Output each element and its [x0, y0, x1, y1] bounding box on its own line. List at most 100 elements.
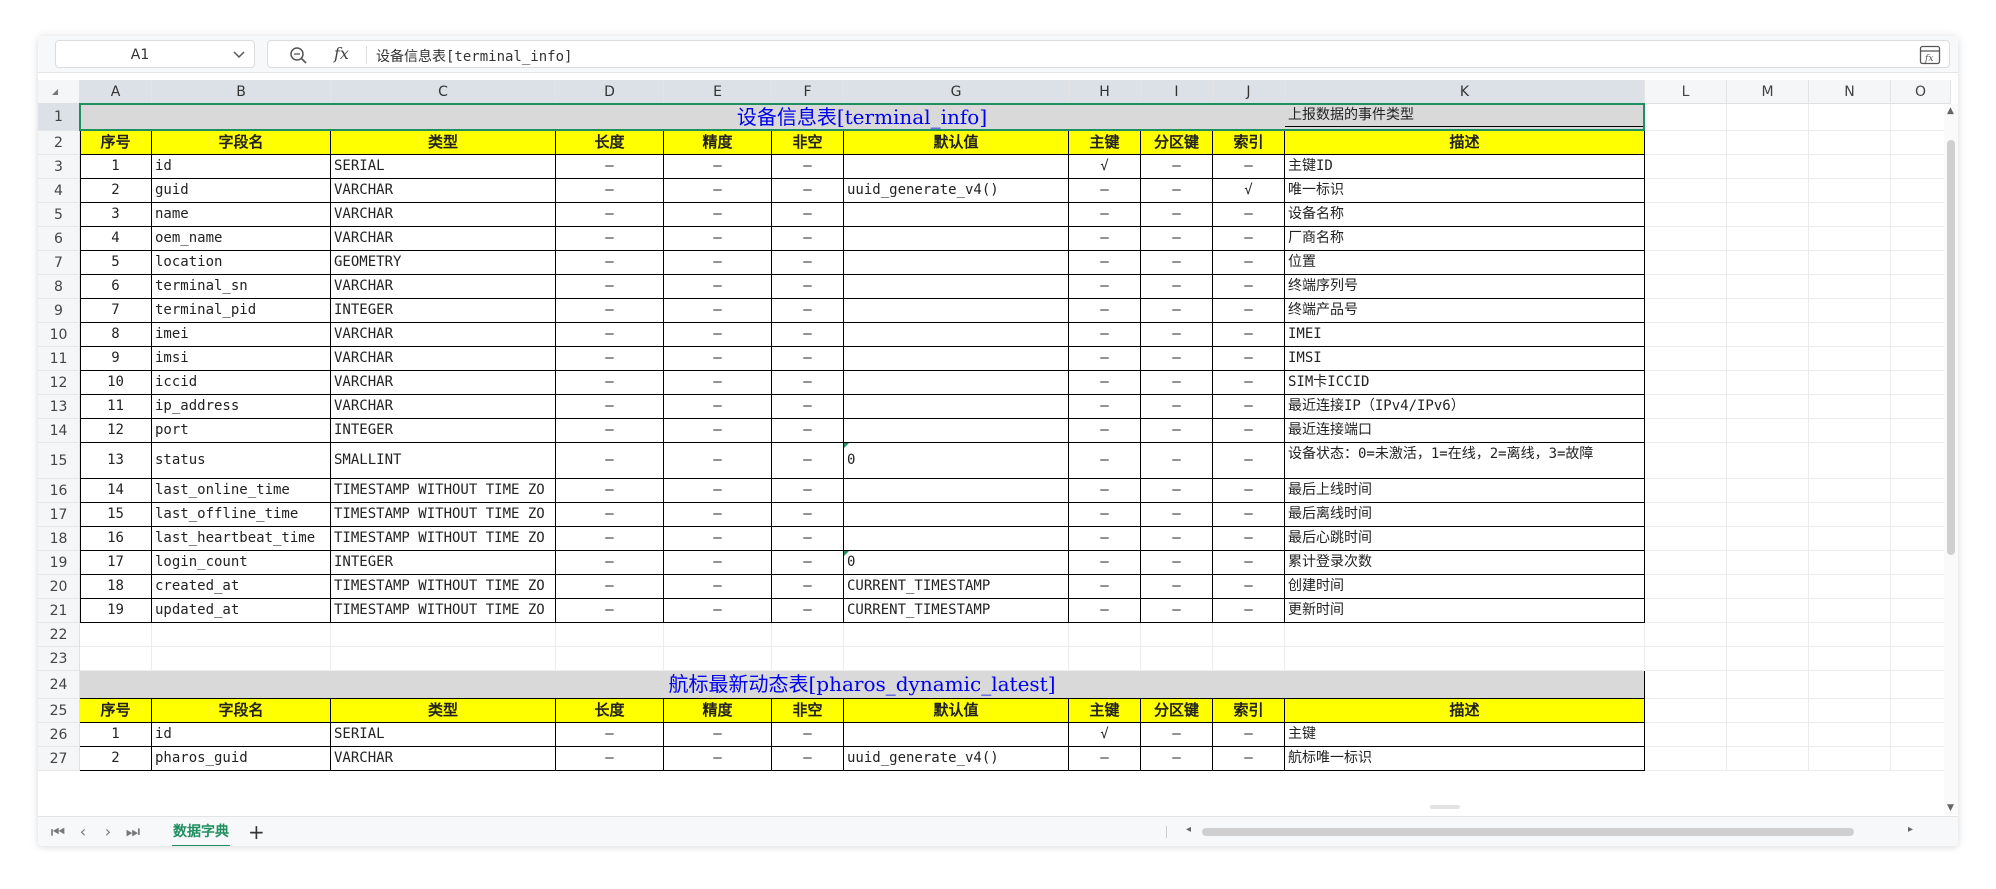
cell-partition[interactable]: – — [1141, 323, 1213, 347]
cell-precision[interactable]: – — [664, 723, 772, 747]
cell-type[interactable]: INTEGER — [331, 551, 556, 575]
row-header-19[interactable]: 19 — [38, 551, 80, 575]
cell-field[interactable]: created_at — [152, 575, 331, 599]
header-cell-type[interactable]: 类型 — [331, 131, 556, 155]
cell-pk[interactable]: – — [1069, 527, 1141, 551]
cell-field[interactable]: location — [152, 251, 331, 275]
cell-length[interactable]: – — [556, 251, 664, 275]
cell-partition[interactable]: – — [1141, 723, 1213, 747]
cell-type[interactable]: INTEGER — [331, 299, 556, 323]
cell-length[interactable]: – — [556, 371, 664, 395]
cell-length[interactable]: – — [556, 551, 664, 575]
column-header-a[interactable]: A — [80, 80, 152, 104]
cell-precision[interactable]: – — [664, 347, 772, 371]
cell-default[interactable] — [844, 479, 1069, 503]
cell-partition[interactable]: – — [1141, 227, 1213, 251]
cell-type[interactable]: VARCHAR — [331, 371, 556, 395]
column-header-h[interactable]: H — [1069, 80, 1141, 104]
cell-notnull[interactable]: – — [772, 299, 844, 323]
cell-type[interactable]: VARCHAR — [331, 747, 556, 771]
cell-seq[interactable]: 4 — [80, 227, 152, 251]
row-header-26[interactable]: 26 — [38, 723, 80, 747]
cell-length[interactable]: – — [556, 323, 664, 347]
row-header-2[interactable]: 2 — [38, 131, 80, 155]
cell-precision[interactable]: – — [664, 275, 772, 299]
cell-desc[interactable]: 终端序列号 — [1285, 275, 1645, 299]
cell-default[interactable]: uuid_generate_v4() — [844, 179, 1069, 203]
cell-notnull[interactable]: – — [772, 443, 844, 479]
row-header-21[interactable]: 21 — [38, 599, 80, 623]
column-header-j[interactable]: J — [1213, 80, 1285, 104]
cell-type[interactable]: VARCHAR — [331, 323, 556, 347]
header-cell-desc[interactable]: 描述 — [1285, 131, 1645, 155]
cell-seq[interactable] — [80, 104, 152, 105]
row-header-3[interactable]: 3 — [38, 155, 80, 179]
horizontal-scrollbar[interactable] — [1190, 827, 1890, 837]
cell-desc[interactable]: 最近连接端口 — [1285, 419, 1645, 443]
cell-notnull[interactable]: – — [772, 227, 844, 251]
cell-default[interactable]: 0 — [844, 443, 1069, 479]
cell-length[interactable]: – — [556, 227, 664, 251]
cell-precision[interactable]: – — [664, 503, 772, 527]
cell-desc[interactable]: 终端产品号 — [1285, 299, 1645, 323]
cell-index[interactable]: – — [1213, 347, 1285, 371]
row-header-11[interactable]: 11 — [38, 347, 80, 371]
prev-sheet-icon[interactable]: ‹ — [73, 822, 93, 841]
cell-partition[interactable]: – — [1141, 275, 1213, 299]
header-cell-partition[interactable]: 分区键 — [1141, 699, 1213, 723]
cell-pk[interactable]: – — [1069, 419, 1141, 443]
cell-index[interactable]: – — [1213, 395, 1285, 419]
cell-pk[interactable]: – — [1069, 575, 1141, 599]
cell-precision[interactable]: – — [664, 203, 772, 227]
scroll-right-icon[interactable]: ▸ — [1908, 824, 1913, 835]
cell-type[interactable]: GEOMETRY — [331, 251, 556, 275]
cell-notnull[interactable]: – — [772, 275, 844, 299]
cell-type[interactable]: VARCHAR — [331, 179, 556, 203]
cell-index[interactable]: √ — [1213, 179, 1285, 203]
cell-index[interactable]: – — [1213, 503, 1285, 527]
cell-precision[interactable]: – — [664, 323, 772, 347]
cell-precision[interactable]: – — [664, 251, 772, 275]
row-header-6[interactable]: 6 — [38, 227, 80, 251]
vertical-scrollbar[interactable]: ▲ ▼ — [1944, 104, 1958, 815]
cell-default[interactable]: CURRENT_TIMESTAMP — [844, 575, 1069, 599]
cell-precision[interactable]: – — [664, 443, 772, 479]
cell-field[interactable]: imsi — [152, 347, 331, 371]
cell-precision[interactable]: – — [664, 527, 772, 551]
cell-pk[interactable]: – — [1069, 227, 1141, 251]
cell-partition[interactable]: – — [1141, 179, 1213, 203]
cell-partition[interactable]: – — [1141, 347, 1213, 371]
cell-index[interactable]: – — [1213, 299, 1285, 323]
cell-type[interactable]: VARCHAR — [331, 227, 556, 251]
cell-pk[interactable]: – — [1069, 203, 1141, 227]
cell-notnull[interactable]: – — [772, 747, 844, 771]
cell-default[interactable]: uuid_generate_v4() — [844, 747, 1069, 771]
cell-length[interactable]: – — [556, 599, 664, 623]
row-header-14[interactable]: 14 — [38, 419, 80, 443]
cell-precision[interactable]: – — [664, 479, 772, 503]
add-sheet-icon[interactable]: + — [248, 820, 265, 844]
cell-seq[interactable]: 3 — [80, 203, 152, 227]
formula-toggle-icon[interactable]: fx — [1919, 45, 1941, 65]
column-header-m[interactable]: M — [1727, 80, 1809, 104]
cell-desc[interactable]: 厂商名称 — [1285, 227, 1645, 251]
cell-desc[interactable]: 唯一标识 — [1285, 179, 1645, 203]
cell-field[interactable]: last_offline_time — [152, 503, 331, 527]
formula-input-box[interactable]: fx 设备信息表[terminal_info] fx — [267, 40, 1950, 68]
cell-field[interactable]: last_online_time — [152, 479, 331, 503]
cell-precision[interactable]: – — [664, 395, 772, 419]
table-title[interactable]: 航标最新动态表[pharos_dynamic_latest] — [80, 671, 1645, 699]
cell-seq[interactable]: 1 — [80, 723, 152, 747]
header-cell-notnull[interactable]: 非空 — [772, 131, 844, 155]
cell-default[interactable] — [844, 251, 1069, 275]
cell-length[interactable]: – — [556, 347, 664, 371]
cell-desc[interactable]: SIM卡ICCID — [1285, 371, 1645, 395]
header-cell-field[interactable]: 字段名 — [152, 699, 331, 723]
cell-seq[interactable]: 19 — [80, 599, 152, 623]
column-header-l[interactable]: L — [1645, 80, 1727, 104]
cell-length[interactable]: – — [556, 299, 664, 323]
column-header-c[interactable]: C — [331, 80, 556, 104]
cell-partition[interactable]: – — [1141, 299, 1213, 323]
cell-field[interactable]: terminal_sn — [152, 275, 331, 299]
row-header-5[interactable]: 5 — [38, 203, 80, 227]
